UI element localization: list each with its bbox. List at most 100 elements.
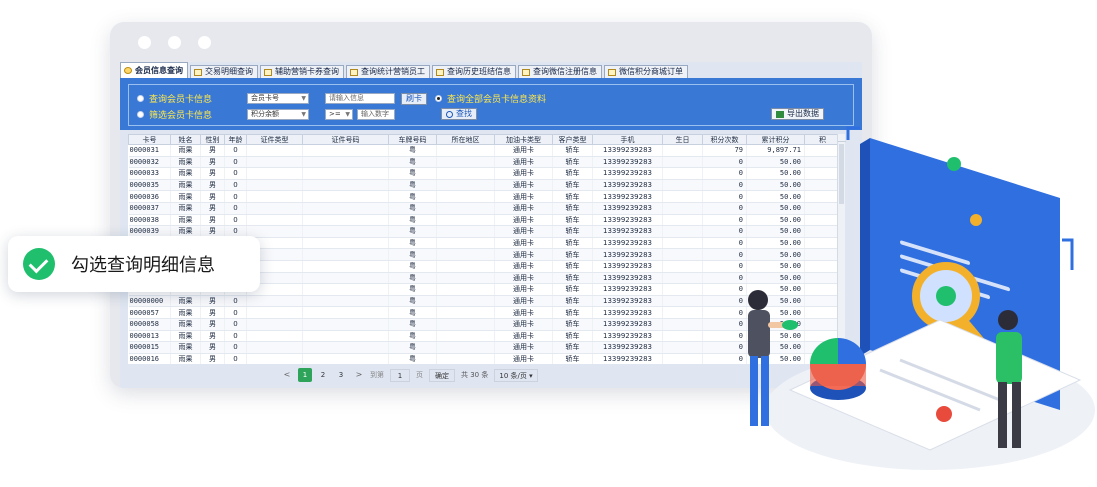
table-cell bbox=[302, 225, 389, 238]
table-cell bbox=[302, 248, 389, 261]
window-dot-icon bbox=[138, 36, 151, 49]
table-cell: 通用卡 bbox=[494, 225, 553, 238]
table-cell bbox=[302, 306, 389, 319]
table-cell: 0000016 bbox=[128, 353, 171, 364]
table-cell: 粤 bbox=[388, 225, 437, 238]
table-cell: 男 bbox=[200, 179, 225, 192]
table-cell: 雨果 bbox=[170, 341, 201, 354]
score-select-value: 积分余额 bbox=[251, 110, 279, 118]
table-cell: 轿车 bbox=[552, 167, 593, 180]
table-cell: 13399239283 bbox=[592, 167, 663, 180]
radio-filter-label[interactable]: 筛选会员卡信息 bbox=[149, 108, 212, 121]
operator-select[interactable]: >= ▼ bbox=[325, 109, 353, 120]
search-button[interactable]: 查找 bbox=[441, 108, 477, 120]
column-header[interactable]: 客户类型 bbox=[552, 134, 593, 145]
tab-icon bbox=[608, 68, 616, 76]
column-header[interactable]: 加油卡类型 bbox=[494, 134, 553, 145]
tab-icon bbox=[436, 68, 444, 76]
tab-3[interactable]: 辅助营销卡券查询 bbox=[260, 65, 344, 78]
refresh-card-button[interactable]: 刷卡 bbox=[401, 93, 427, 105]
pagination: < 1 2 3 > 到第 1 页 确定 共 30 条 10 条/页 ▾ bbox=[280, 368, 538, 382]
table-cell: 轿车 bbox=[552, 225, 593, 238]
radio-card-info[interactable] bbox=[137, 95, 144, 102]
table-cell: 雨果 bbox=[170, 144, 201, 157]
column-header[interactable]: 证件号码 bbox=[302, 134, 389, 145]
table-cell: 粤 bbox=[388, 283, 437, 296]
tab-icon bbox=[264, 68, 272, 76]
table-cell: 0000031 bbox=[128, 144, 171, 157]
table-cell bbox=[662, 248, 703, 261]
next-page-icon[interactable]: > bbox=[352, 368, 366, 382]
column-header[interactable]: 所在地区 bbox=[436, 134, 495, 145]
bracket-icon bbox=[846, 126, 860, 140]
prev-page-icon[interactable]: < bbox=[280, 368, 294, 382]
table-cell: 0 bbox=[224, 341, 247, 354]
column-header[interactable]: 卡号 bbox=[128, 134, 171, 145]
table-cell bbox=[246, 306, 303, 319]
table-cell: 男 bbox=[200, 202, 225, 215]
table-cell: 13399239283 bbox=[592, 272, 663, 285]
table-cell bbox=[302, 202, 389, 215]
tab-1[interactable]: 会员信息查询 bbox=[120, 62, 188, 78]
column-header[interactable]: 年龄 bbox=[224, 134, 247, 145]
table-cell bbox=[246, 167, 303, 180]
table-cell: 0000058 bbox=[128, 318, 171, 331]
radio-all[interactable] bbox=[435, 95, 442, 102]
score-select[interactable]: 积分余额 ▼ bbox=[247, 109, 309, 120]
radio-card-info-label[interactable]: 查询会员卡信息 bbox=[149, 92, 212, 105]
goto-label: 到第 bbox=[370, 371, 384, 379]
tab-6[interactable]: 查询微信注册信息 bbox=[518, 65, 602, 78]
table-cell: 男 bbox=[200, 214, 225, 227]
table-cell: 粤 bbox=[388, 295, 437, 308]
page-size-select[interactable]: 10 条/页 ▾ bbox=[494, 368, 538, 382]
table-cell bbox=[302, 214, 389, 227]
radio-filter[interactable] bbox=[137, 111, 144, 118]
table-cell: 13399239283 bbox=[592, 248, 663, 261]
table-cell: 通用卡 bbox=[494, 156, 553, 169]
tab-7[interactable]: 微信积分商城订单 bbox=[604, 65, 688, 78]
goto-page-input[interactable]: 1 bbox=[390, 368, 410, 382]
tab-2[interactable]: 交易明细查询 bbox=[190, 65, 258, 78]
column-header[interactable]: 证件类型 bbox=[246, 134, 303, 145]
table-cell bbox=[436, 318, 495, 331]
chevron-down-icon: ▼ bbox=[345, 111, 350, 118]
table-cell bbox=[302, 167, 389, 180]
table-cell: 轿车 bbox=[552, 179, 593, 192]
table-cell: 粤 bbox=[388, 341, 437, 354]
number-input[interactable]: 输入数字 bbox=[357, 109, 395, 120]
table-cell bbox=[436, 225, 495, 238]
window-titlebar bbox=[110, 22, 872, 62]
page-2[interactable]: 2 bbox=[316, 368, 330, 382]
confirm-page-button[interactable]: 确定 bbox=[429, 368, 455, 382]
page-3[interactable]: 3 bbox=[334, 368, 348, 382]
table-cell bbox=[246, 214, 303, 227]
table-cell bbox=[302, 260, 389, 273]
column-header[interactable]: 生日 bbox=[662, 134, 703, 145]
table-cell: 0000035 bbox=[128, 179, 171, 192]
table-cell bbox=[436, 214, 495, 227]
table-cell: 0 bbox=[224, 167, 247, 180]
radio-all-label[interactable]: 查询全部会员卡信息资料 bbox=[447, 92, 546, 105]
tab-4[interactable]: 查询统计营销员工 bbox=[346, 65, 430, 78]
table-cell bbox=[246, 190, 303, 203]
table-cell: 13399239283 bbox=[592, 156, 663, 169]
page-1[interactable]: 1 bbox=[298, 368, 312, 382]
column-header[interactable]: 车牌号码 bbox=[388, 134, 437, 145]
column-header[interactable]: 手机 bbox=[592, 134, 663, 145]
table-cell: 男 bbox=[200, 341, 225, 354]
table-cell: 轿车 bbox=[552, 190, 593, 203]
tab-5[interactable]: 查询历史班结信息 bbox=[432, 65, 516, 78]
field-select[interactable]: 会员卡号 ▼ bbox=[247, 93, 309, 104]
search-icon bbox=[446, 110, 453, 118]
info-input[interactable]: 请输入信息 bbox=[325, 93, 395, 104]
column-header[interactable]: 姓名 bbox=[170, 134, 201, 145]
callout-text: 勾选查询明细信息 bbox=[71, 255, 215, 276]
table-cell bbox=[246, 330, 303, 343]
table-cell: 0000015 bbox=[128, 341, 171, 354]
table-cell: 男 bbox=[200, 353, 225, 364]
table-cell bbox=[436, 190, 495, 203]
table-cell: 通用卡 bbox=[494, 318, 553, 331]
chevron-down-icon: ▼ bbox=[301, 111, 306, 118]
table-cell bbox=[246, 295, 303, 308]
column-header[interactable]: 性别 bbox=[200, 134, 225, 145]
